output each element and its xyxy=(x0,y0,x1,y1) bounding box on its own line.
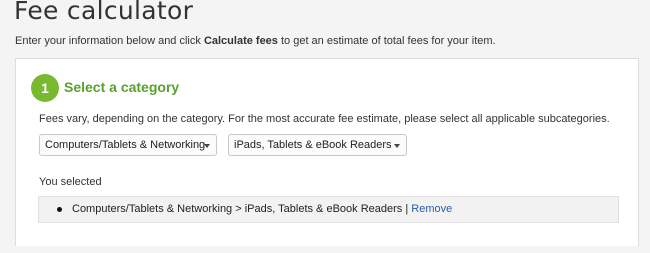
page-intro: Enter your information below and click C… xyxy=(15,35,496,47)
selected-category-item: Computers/Tablets & Networking > iPads, … xyxy=(72,203,452,215)
chevron-down-icon xyxy=(204,144,210,148)
selected-category-path: Computers/Tablets & Networking > iPads, … xyxy=(72,203,403,215)
step-number-badge: 1 xyxy=(31,74,59,102)
step-title: Select a category xyxy=(64,79,180,95)
chevron-down-icon xyxy=(394,144,400,148)
subcategory-select[interactable]: iPads, Tablets & eBook Readers xyxy=(228,134,407,156)
category-panel: 1 Select a category Fees vary, depending… xyxy=(15,58,639,246)
intro-text-end: to get an estimate of total fees for you… xyxy=(277,35,496,47)
intro-calculate-fees: Calculate fees xyxy=(203,35,278,47)
category-select-value: Computers/Tablets & Networking xyxy=(45,139,206,151)
intro-text-start: Enter your information below and click xyxy=(15,35,204,47)
bullet-icon xyxy=(57,207,62,212)
fee-calculator-page: Fee calculator Enter your information be… xyxy=(0,0,650,253)
you-selected-label: You selected xyxy=(39,176,102,188)
selection-separator: | xyxy=(402,203,412,215)
page-title: Fee calculator xyxy=(14,0,194,25)
remove-link[interactable]: Remove xyxy=(411,203,452,215)
category-description: Fees vary, depending on the category. Fo… xyxy=(39,113,610,125)
selected-category-box: Computers/Tablets & Networking > iPads, … xyxy=(38,196,619,223)
subcategory-select-value: iPads, Tablets & eBook Readers xyxy=(234,139,392,151)
category-select[interactable]: Computers/Tablets & Networking xyxy=(39,134,217,156)
